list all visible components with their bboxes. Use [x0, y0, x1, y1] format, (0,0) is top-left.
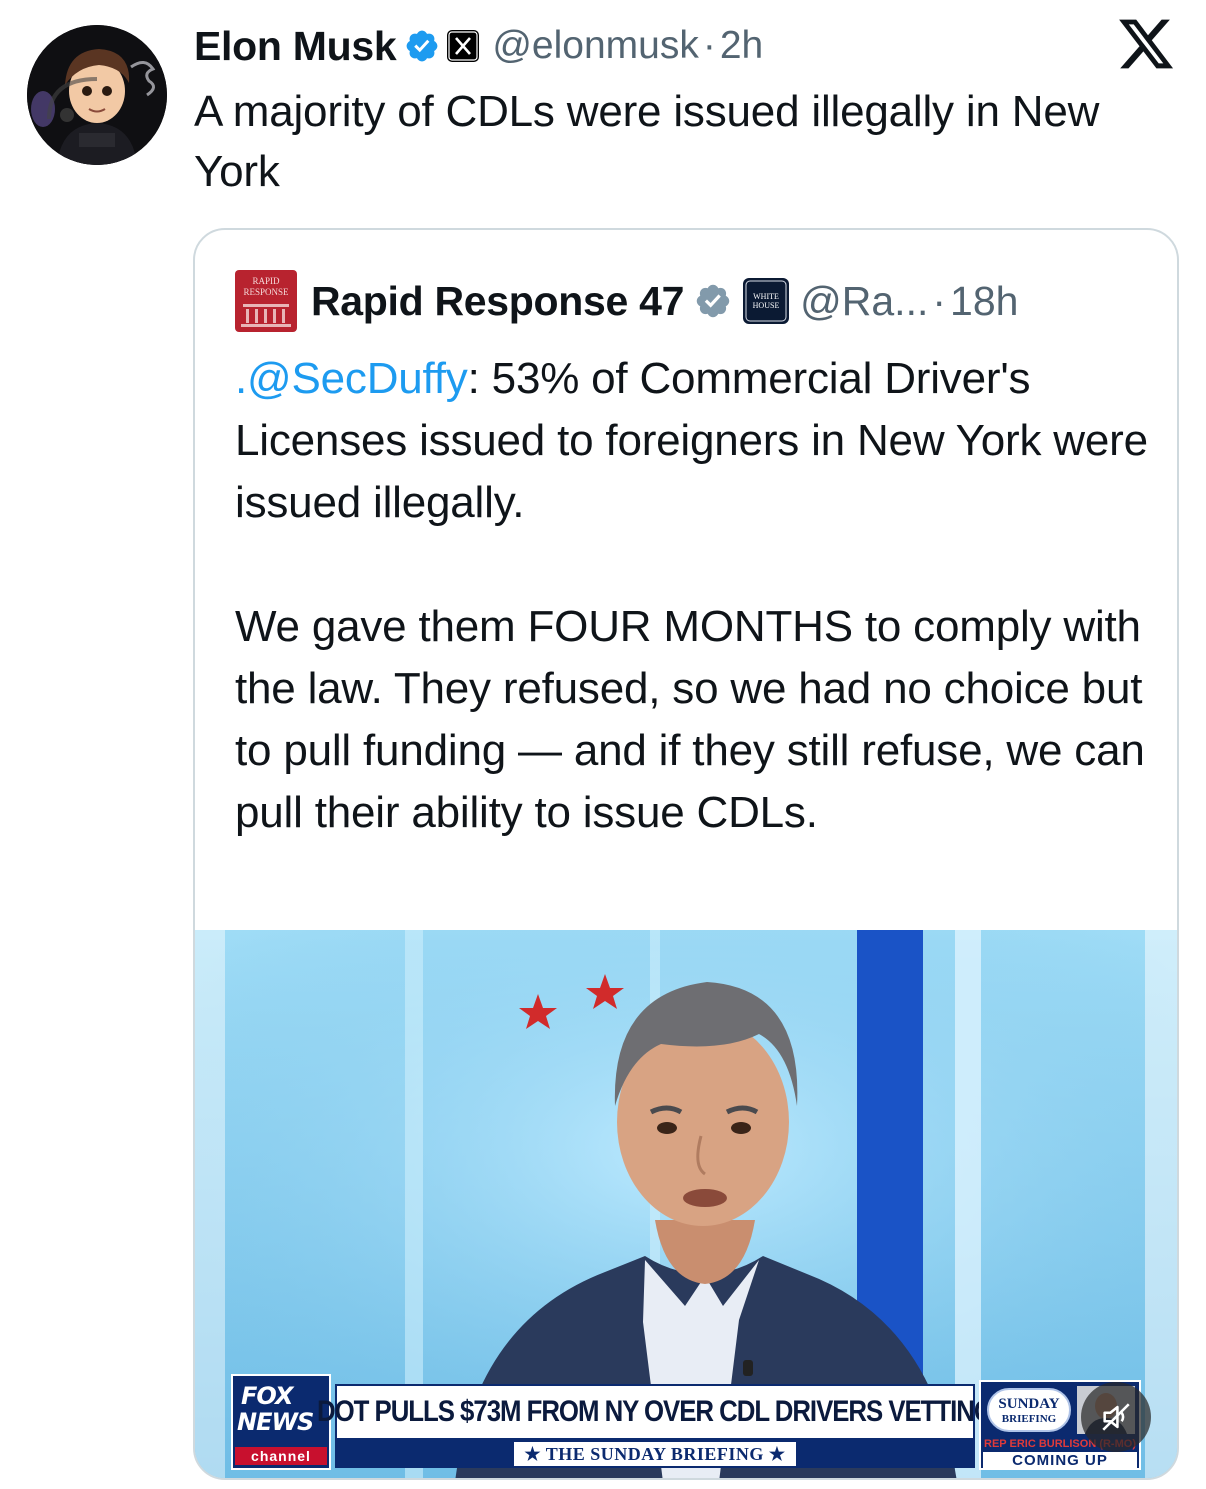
quoted-paragraph-2: We gave them FOUR MONTHS to comply with …: [235, 602, 1145, 837]
author-name[interactable]: Elon Musk: [194, 23, 397, 70]
quoted-tweet-header: RAPID RESPONSE Rapid Response 47 WHITE H…: [235, 270, 1018, 332]
video-player[interactable]: FOX NEWS channel DOT PULLS $73M FROM NY …: [195, 930, 1177, 1478]
show-name-bar: ★ THE SUNDAY BRIEFING ★: [335, 1440, 975, 1468]
x-logo-icon[interactable]: [1116, 14, 1176, 74]
meta-separator: ·: [932, 277, 947, 324]
promo-line-1: SUNDAY: [998, 1396, 1060, 1412]
quoted-author-name[interactable]: Rapid Response 47: [311, 278, 684, 325]
chyron-headline: DOT PULLS $73M FROM NY OVER CDL DRIVERS …: [317, 1384, 994, 1440]
svg-text:RAPID: RAPID: [252, 276, 280, 286]
verified-icon: [404, 28, 440, 64]
promo-line-2: BRIEFING: [1001, 1413, 1057, 1425]
quoted-tweet-card[interactable]: RAPID RESPONSE Rapid Response 47 WHITE H…: [193, 228, 1179, 1480]
white-house-badge-icon[interactable]: WHITE HOUSE: [742, 277, 790, 325]
svg-text:RESPONSE: RESPONSE: [243, 287, 289, 297]
tweet-header: Elon Musk @elonmusk · 2h: [194, 18, 763, 74]
quoted-author-handle[interactable]: @Ra...: [800, 278, 928, 325]
author-avatar[interactable]: [27, 25, 167, 165]
rapid-response-logo[interactable]: RAPID RESPONSE: [235, 270, 297, 332]
tweet-time[interactable]: 2h: [720, 24, 763, 68]
svg-text:HOUSE: HOUSE: [753, 301, 780, 310]
quoted-tweet-time[interactable]: 18h: [950, 278, 1018, 325]
sunday-briefing-logo: SUNDAY BRIEFING: [987, 1388, 1071, 1432]
verified-icon: [694, 282, 732, 320]
promo-cta: COMING UP: [983, 1452, 1137, 1468]
meta-separator: ·: [702, 24, 716, 67]
x-affiliate-badge-icon[interactable]: [446, 29, 480, 63]
muted-speaker-icon: [1102, 1403, 1130, 1431]
quoted-tweet-text: .@SecDuffy: 53% of Commercial Driver's L…: [235, 348, 1155, 844]
news-chyron: FOX NEWS channel DOT PULLS $73M FROM NY …: [231, 1374, 1141, 1470]
network-name-2: NEWS: [237, 1408, 314, 1436]
fox-news-logo: FOX NEWS channel: [231, 1374, 331, 1470]
cartoon-avatar-icon: [27, 25, 167, 165]
network-channel: channel: [235, 1447, 327, 1465]
quoted-paragraph-1: .@SecDuffy: 53% of Commercial Driver's L…: [235, 348, 1155, 534]
network-name: FOX: [241, 1382, 293, 1410]
mute-button[interactable]: [1081, 1382, 1151, 1452]
svg-text:WHITE: WHITE: [753, 292, 779, 301]
tweet-text: A majority of CDLs were issued illegally…: [194, 87, 1100, 196]
show-name: ★ THE SUNDAY BRIEFING ★: [514, 1442, 796, 1466]
chyron-headline-text: DOT PULLS $73M FROM NY OVER CDL DRIVERS …: [317, 1395, 994, 1428]
author-handle[interactable]: @elonmusk: [492, 24, 699, 68]
mention-link[interactable]: .@SecDuffy: [235, 354, 468, 403]
